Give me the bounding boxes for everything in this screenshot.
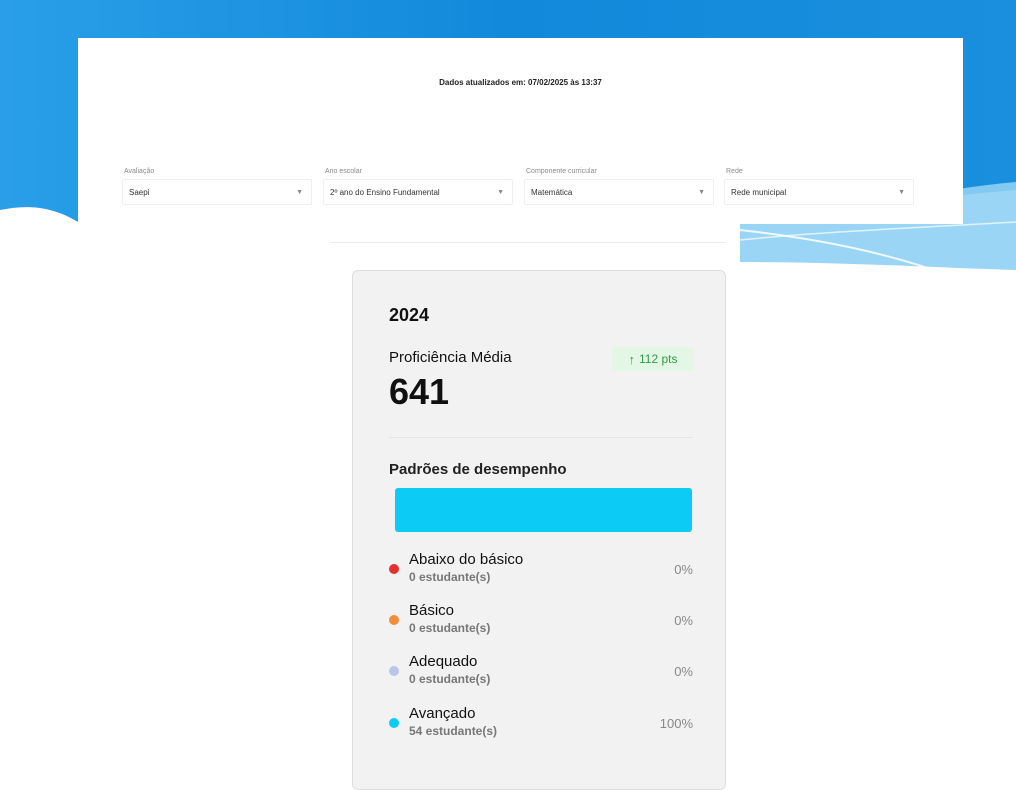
level-row-avancado: Avançado 54 estudante(s) 100% — [389, 705, 693, 745]
level-name: Adequado — [409, 653, 478, 670]
standards-title: Padrões de desempenho — [389, 461, 567, 478]
select-value: Rede municipal — [731, 187, 787, 197]
componente-select[interactable]: Matemática ▼ — [524, 179, 714, 205]
level-dot — [389, 718, 399, 728]
filter-label: Rede — [726, 168, 743, 175]
card-divider — [389, 437, 693, 438]
last-updated-text: Dados atualizados em: 07/02/2025 às 13:3… — [439, 78, 602, 87]
proficiency-label: Proficiência Média — [389, 349, 512, 366]
level-percent: 0% — [674, 562, 693, 577]
level-count: 0 estudante(s) — [409, 570, 491, 584]
ano-escolar-select[interactable]: 2º ano do Ensino Fundamental ▼ — [323, 179, 513, 205]
select-value: 2º ano do Ensino Fundamental — [330, 187, 440, 197]
filter-componente: Componente curricular Matemática ▼ — [524, 168, 714, 205]
chevron-down-icon: ▼ — [296, 188, 303, 196]
level-name: Abaixo do básico — [409, 551, 524, 568]
filter-label: Ano escolar — [325, 168, 362, 175]
level-count: 0 estudante(s) — [409, 672, 491, 686]
level-percent: 0% — [674, 664, 693, 679]
filter-rede: Rede Rede municipal ▼ — [724, 168, 914, 205]
chevron-down-icon: ▼ — [497, 188, 504, 196]
level-dot — [389, 615, 399, 625]
rede-select[interactable]: Rede municipal ▼ — [724, 179, 914, 205]
level-count: 0 estudante(s) — [409, 621, 491, 635]
level-dot — [389, 666, 399, 676]
section-divider — [330, 242, 726, 243]
card-year: 2024 — [389, 305, 430, 325]
select-value: Saepi — [129, 187, 150, 197]
performance-distribution-bar — [395, 488, 692, 532]
level-dot — [389, 564, 399, 574]
bar-segment-avancado — [395, 488, 692, 532]
chevron-down-icon: ▼ — [698, 188, 705, 196]
avaliacao-select[interactable]: Saepi ▼ — [122, 179, 312, 205]
level-percent: 0% — [674, 613, 693, 628]
filter-avaliacao: Avaliação Saepi ▼ — [122, 168, 312, 205]
filter-label: Avaliação — [124, 168, 155, 175]
level-name: Avançado — [409, 705, 476, 722]
delta-value: 112 pts — [639, 352, 678, 366]
level-row-basico: Básico 0 estudante(s) 0% — [389, 602, 693, 642]
filter-ano-escolar: Ano escolar 2º ano do Ensino Fundamental… — [323, 168, 513, 205]
filters-panel: Dados atualizados em: 07/02/2025 às 13:3… — [78, 38, 963, 224]
chevron-down-icon: ▼ — [898, 188, 905, 196]
level-name: Básico — [409, 602, 455, 619]
select-value: Matemática — [531, 187, 573, 197]
filter-label: Componente curricular — [526, 168, 597, 175]
level-percent: 100% — [659, 716, 693, 731]
proficiency-card: 2024 Proficiência Média 641 ↑ 112 pts Pa… — [352, 270, 726, 790]
proficiency-value: 641 — [389, 371, 450, 412]
level-count: 54 estudante(s) — [409, 724, 498, 738]
arrow-up-icon: ↑ — [628, 351, 636, 367]
level-row-abaixo: Abaixo do básico 0 estudante(s) 0% — [389, 551, 693, 591]
delta-badge: ↑ 112 pts — [612, 347, 694, 371]
level-row-adequado: Adequado 0 estudante(s) 0% — [389, 653, 693, 693]
